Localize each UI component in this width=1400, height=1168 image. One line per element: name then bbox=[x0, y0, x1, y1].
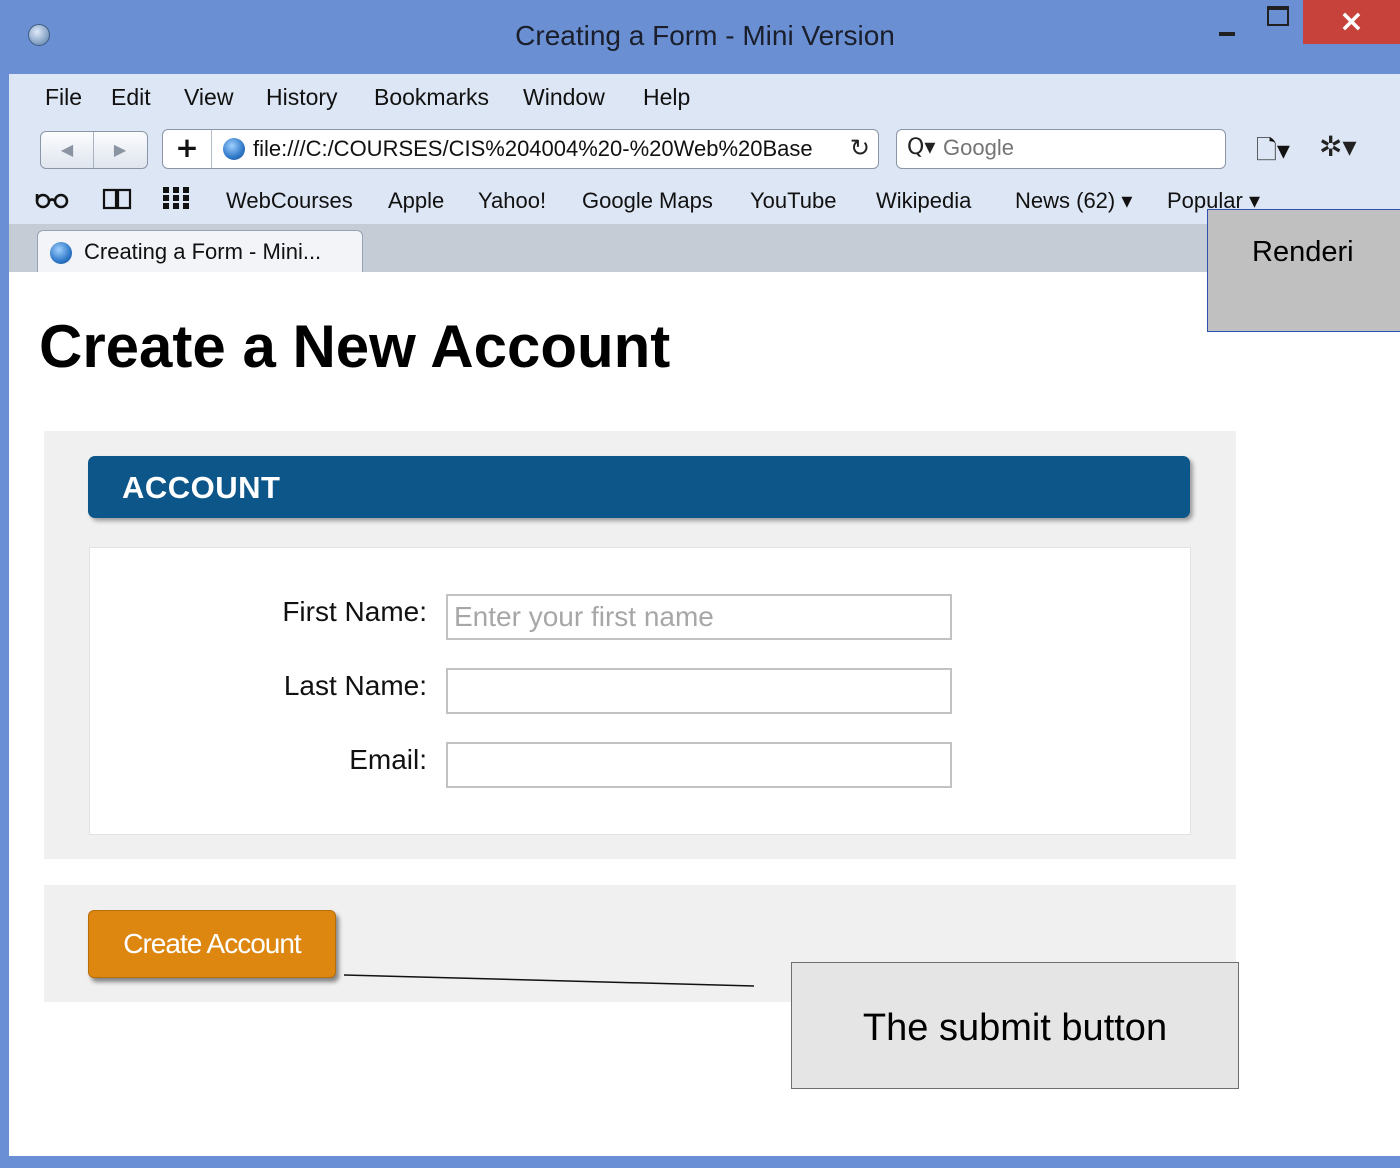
submit-callout-text: The submit button bbox=[862, 1007, 1168, 1049]
render-callout: Renderi bbox=[1207, 209, 1400, 332]
submit-callout: The submit button bbox=[791, 962, 1239, 1089]
render-callout-text: Renderi bbox=[1252, 236, 1354, 268]
browser-window: Creating a Form - Mini Version × File Ed… bbox=[0, 0, 1400, 1168]
